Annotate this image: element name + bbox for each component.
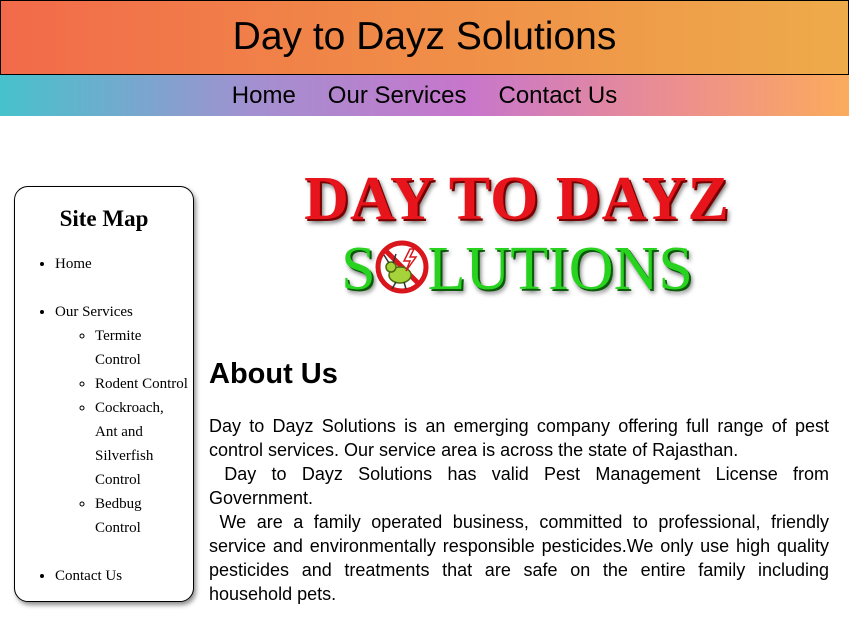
nav-our-services[interactable]: Our Services: [328, 82, 467, 110]
logo-letters-lutions: LUTIONS: [427, 235, 693, 303]
site-map-link-termite-control[interactable]: Termite Control: [95, 328, 141, 368]
site-map-link-home[interactable]: Home: [55, 256, 92, 272]
logo-line-solutions: S LUTIONS: [297, 236, 737, 302]
company-logo: DAY TO DAYZ S LUTIONS: [297, 166, 737, 316]
about-paragraph: Day to Dayz Solutions has valid Pest Man…: [209, 464, 829, 508]
pest-no-bug-icon: [375, 240, 429, 294]
about-us-text: Day to Dayz Solutions is an emerging com…: [209, 414, 829, 606]
site-map-item-rodent: Rodent Control: [95, 372, 193, 396]
top-nav: Home Our Services Contact Us: [0, 75, 849, 116]
site-title: Day to Dayz Solutions: [232, 14, 617, 58]
site-map-services-list: Termite Control Rodent Control Cockroach…: [55, 324, 193, 540]
site-map-link-cockroach-control[interactable]: Cockroach, Ant and Silverfish Control: [95, 400, 164, 488]
about-paragraph: We are a family operated business, commi…: [209, 512, 829, 604]
site-map-panel: Site Map Home Our Services Termite Contr…: [14, 186, 194, 602]
site-map-title: Site Map: [59, 206, 149, 231]
site-map-item-termite: Termite Control: [95, 324, 193, 372]
site-map-link-services[interactable]: Our Services: [55, 304, 133, 320]
site-map-link-rodent-control[interactable]: Rodent Control: [95, 376, 188, 392]
site-map-item-services: Our Services Termite Control Rodent Cont…: [55, 300, 193, 540]
about-paragraph: Day to Dayz Solutions is an emerging com…: [209, 416, 829, 460]
site-map-list: Home Our Services Termite Control Rodent…: [15, 252, 193, 588]
nav-home[interactable]: Home: [232, 82, 296, 110]
logo-line-day-to-dayz: DAY TO DAYZ: [304, 165, 730, 233]
nav-contact-us[interactable]: Contact Us: [499, 82, 618, 110]
site-map-link-bedbug-control[interactable]: Bedbug Control: [95, 496, 142, 536]
site-header: Day to Dayz Solutions: [0, 0, 849, 75]
site-map-item-cockroach: Cockroach, Ant and Silverfish Control: [95, 396, 193, 492]
site-map-item-bedbug: Bedbug Control: [95, 492, 193, 540]
logo-letter-s: S: [341, 235, 376, 303]
about-us-heading: About Us: [209, 358, 338, 390]
site-map-item-contact: Contact Us: [55, 564, 193, 588]
site-map-item-home: Home: [55, 252, 193, 276]
site-map-link-contact[interactable]: Contact Us: [55, 568, 122, 584]
